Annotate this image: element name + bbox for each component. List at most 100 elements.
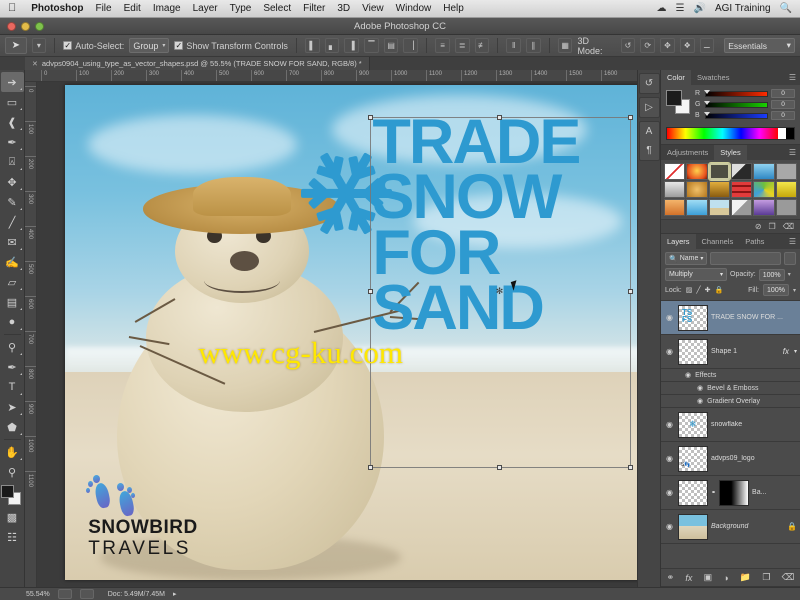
distribute-left-icon[interactable]: ‖ — [506, 38, 522, 53]
close-window-button[interactable] — [7, 21, 16, 31]
tool-healing-brush[interactable]: ✎ — [1, 192, 24, 212]
style-swatch[interactable] — [753, 181, 775, 198]
tab-adjustments[interactable]: Adjustments — [661, 145, 714, 160]
transform-handle-mr[interactable] — [627, 289, 633, 295]
channel-slider-b[interactable] — [704, 111, 768, 119]
align-right-edges-icon[interactable]: ▐ — [344, 38, 360, 53]
layer-thumbnail[interactable]: ❄ — [678, 411, 708, 438]
link-mask-icon[interactable]: ⚭ — [711, 489, 716, 496]
layer-visibility-icon[interactable]: ◉ — [664, 454, 675, 463]
tool-dodge[interactable]: ⚲ — [1, 337, 24, 357]
tool-crop[interactable]: ⍓ — [1, 152, 24, 172]
tool-pen[interactable]: ✒ — [1, 357, 24, 377]
lock-transparency-icon[interactable]: ▨ — [686, 286, 693, 294]
opacity-value[interactable]: 100% — [758, 268, 785, 281]
layer-name[interactable]: Background — [711, 523, 784, 530]
tool-zoom[interactable]: ⚲ — [1, 462, 24, 482]
minimize-window-button[interactable] — [21, 21, 30, 31]
style-swatch-selected[interactable] — [707, 162, 732, 181]
new-group-icon[interactable]: 📁 — [740, 572, 751, 583]
table-row[interactable]: ◉ S👣 advps09_logo — [661, 442, 800, 476]
chevron-down-icon[interactable]: ▾ — [788, 271, 791, 278]
align-horizontal-centers-icon[interactable]: ▖ — [324, 38, 340, 53]
tab-channels[interactable]: Channels — [696, 234, 740, 249]
scale-3d-icon[interactable]: ⚊ — [699, 38, 715, 53]
auto-select-checkbox[interactable]: ✓ Auto-Select: — [63, 41, 124, 51]
chevron-right-icon[interactable]: ▸ — [173, 590, 177, 598]
transform-handle-br[interactable] — [627, 465, 633, 471]
transform-handle-bc[interactable] — [497, 465, 502, 471]
style-swatch[interactable] — [775, 199, 797, 216]
tool-shape[interactable]: ⬟ — [1, 417, 24, 437]
tool-marquee[interactable]: ▭ — [1, 92, 24, 112]
table-row[interactable]: ◉ Background 🔒 — [661, 510, 800, 544]
channel-value-r[interactable]: 0 — [771, 89, 795, 98]
apple-icon[interactable]:  — [0, 3, 25, 14]
layer-thumbnail[interactable]: S👣 — [678, 445, 708, 472]
menu-item-filter[interactable]: Filter — [297, 3, 331, 14]
style-swatch[interactable] — [753, 199, 775, 216]
style-swatch[interactable] — [708, 181, 730, 198]
quick-mask-icon[interactable]: ▩ — [1, 507, 24, 527]
layer-visibility-icon[interactable]: ◉ — [664, 347, 675, 356]
close-icon[interactable]: ✕ — [32, 60, 38, 68]
menu-item-photoshop[interactable]: Photoshop — [25, 3, 89, 14]
status-toggle-1[interactable] — [57, 589, 72, 599]
color-spectrum-ramp[interactable] — [666, 127, 795, 140]
tab-color[interactable]: Color — [661, 70, 691, 85]
search-icon[interactable]: 🔍 — [780, 3, 792, 14]
blend-mode-dropdown[interactable]: Multiply ▾ — [665, 268, 727, 281]
tool-hand[interactable]: ✋ — [1, 442, 24, 462]
layer-name[interactable]: Shape 1 — [711, 348, 780, 355]
lock-position-icon[interactable]: ✚ — [705, 286, 711, 294]
new-style-icon[interactable]: ❐ — [769, 222, 776, 231]
style-swatch[interactable] — [686, 181, 708, 198]
layer-filter-type-dropdown[interactable]: 🔍 Name ▾ — [665, 252, 708, 265]
tool-preset-dropdown[interactable]: ▾ — [31, 38, 47, 53]
history-icon[interactable]: ↺ — [640, 74, 659, 93]
menu-item-select[interactable]: Select — [257, 3, 297, 14]
channel-slider-g[interactable] — [704, 100, 768, 108]
tab-paths[interactable]: Paths — [739, 234, 770, 249]
effects-visibility-icon[interactable]: ◉ — [685, 371, 691, 379]
tool-eraser[interactable]: ▱ — [1, 272, 24, 292]
effect-visibility-icon[interactable]: ◉ — [697, 397, 703, 405]
layer-filter-toggle[interactable] — [784, 252, 796, 265]
rotate-3d-icon[interactable]: ↺ — [620, 38, 636, 53]
tool-move[interactable]: ➔ — [0, 72, 24, 92]
list-item[interactable]: ◉ Effects — [661, 369, 800, 382]
align-left-edges-icon[interactable]: ▌ — [304, 38, 320, 53]
menu-item-file[interactable]: File — [89, 3, 117, 14]
panel-menu-icon[interactable]: ☰ — [789, 148, 800, 157]
menu-bar-user[interactable]: AGI Training — [715, 3, 771, 14]
maximize-window-button[interactable] — [35, 21, 44, 31]
transform-handle-ml[interactable] — [367, 289, 373, 295]
layer-name[interactable]: TRADE SNOW FOR ... — [711, 314, 797, 321]
roll-3d-icon[interactable]: ⟳ — [640, 38, 656, 53]
align-bottom-edges-icon[interactable]: ▕ — [403, 38, 419, 53]
tab-styles[interactable]: Styles — [714, 145, 747, 160]
tool-lasso[interactable]: ❰ — [1, 112, 24, 132]
menu-item-3d[interactable]: 3D — [331, 3, 356, 14]
style-swatch[interactable] — [775, 181, 797, 198]
layer-visibility-icon[interactable]: ◉ — [664, 488, 675, 497]
channel-value-b[interactable]: 0 — [771, 111, 795, 120]
horizontal-ruler[interactable]: 0 100 200 300 400 500 600 700 800 900 10… — [25, 70, 637, 82]
align-top-edges-icon[interactable]: ▔ — [364, 38, 379, 53]
distribute-right-icon[interactable]: ∥ — [526, 38, 541, 53]
distribute-top-icon[interactable]: ≡ — [435, 38, 450, 53]
tool-blur[interactable]: ● — [1, 312, 24, 332]
layer-mask-thumbnail[interactable] — [719, 479, 750, 506]
color-swatch-pair[interactable] — [666, 90, 690, 114]
channel-value-g[interactable]: 0 — [771, 100, 795, 109]
new-layer-icon[interactable]: ❐ — [762, 572, 770, 583]
layer-visibility-icon[interactable]: ◉ — [664, 522, 675, 531]
tool-type[interactable]: T — [1, 377, 24, 397]
style-swatch[interactable] — [686, 199, 708, 216]
layer-list[interactable]: ◉ TS FS TRADE SNOW FOR ... ◉ Shape 1 fx ▾ — [661, 300, 800, 568]
transform-handle-bl[interactable] — [367, 465, 373, 471]
layer-name[interactable]: snowflake — [711, 421, 797, 428]
style-swatch[interactable] — [753, 163, 775, 180]
transform-handle-tc[interactable] — [497, 114, 502, 120]
menu-item-type[interactable]: Type — [224, 3, 258, 14]
